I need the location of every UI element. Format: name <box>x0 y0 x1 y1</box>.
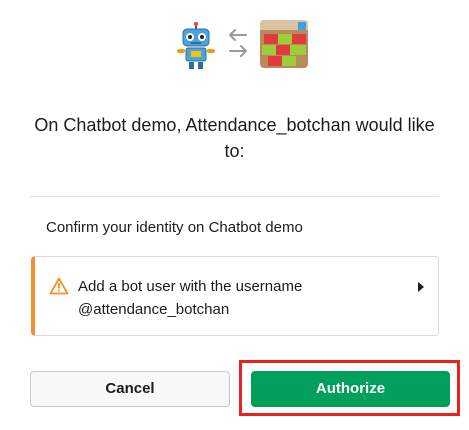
swap-arrows-icon <box>229 29 247 57</box>
warning-icon <box>49 277 69 295</box>
workspace-image <box>260 20 308 68</box>
cancel-button[interactable]: Cancel <box>30 371 230 407</box>
permission-line-2: @attendance_botchan <box>78 301 230 318</box>
identity-permission-text: Confirm your identity on Chatbot demo <box>46 219 303 236</box>
caret-right-icon[interactable] <box>417 281 425 293</box>
divider <box>30 196 439 197</box>
bot-user-permission-item[interactable]: Add a bot user with the username @attend… <box>31 256 439 336</box>
app-connection-header <box>0 18 469 70</box>
authorize-button[interactable]: Authorize <box>251 371 450 407</box>
permission-description: Add a bot user with the username @attend… <box>78 275 302 321</box>
page-title: On Chatbot demo, Attendance_botchan woul… <box>34 115 435 161</box>
permission-line-1: Add a bot user with the username <box>78 278 303 295</box>
robot-icon <box>177 22 215 69</box>
